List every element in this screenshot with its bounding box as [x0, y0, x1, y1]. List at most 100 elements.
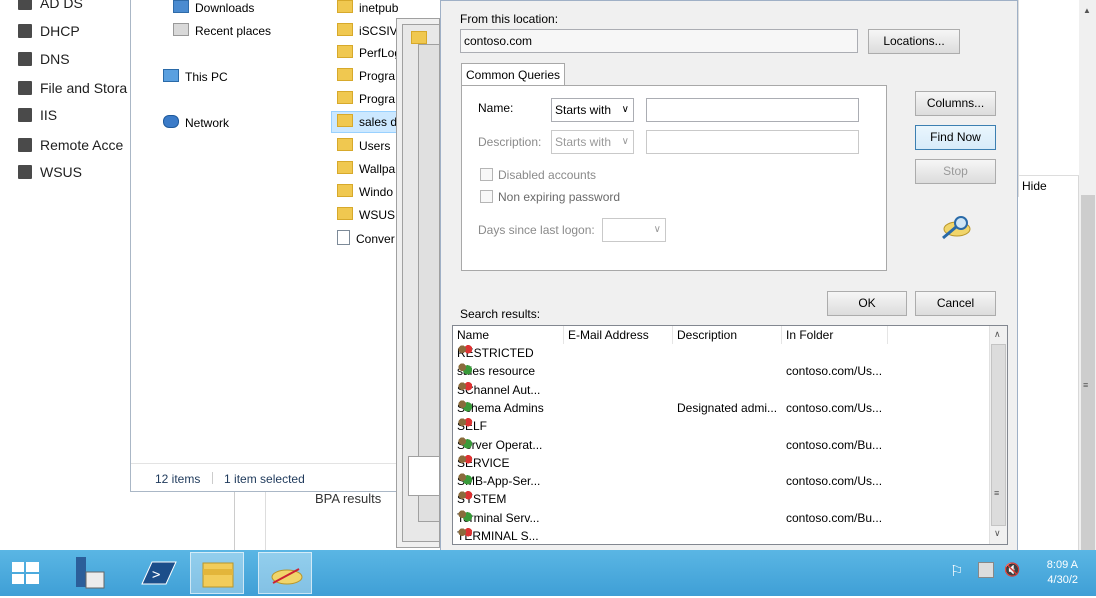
file-item[interactable]: WSUS: [337, 207, 395, 222]
cancel-button[interactable]: Cancel: [915, 291, 996, 316]
scroll-up-icon[interactable]: ▲: [1083, 6, 1091, 15]
bpa-results-label: BPA results: [315, 491, 382, 506]
cell-name: Schema Admins: [457, 398, 544, 415]
table-row[interactable]: TERMINAL S...: [453, 527, 993, 544]
clock[interactable]: 8:09 A 4/30/2: [1038, 558, 1078, 588]
file-item[interactable]: inetpub: [337, 0, 398, 15]
chevron-down-icon: ∨: [621, 136, 629, 147]
folder-icon: [337, 161, 353, 174]
nav-label: File and Stora: [40, 80, 128, 96]
nav-label: DNS: [40, 51, 70, 67]
cell-folder: contoso.com/Us...: [786, 400, 883, 415]
flag-icon[interactable]: ⚐: [950, 562, 963, 580]
description-mode-select[interactable]: Starts with ∨: [551, 130, 634, 154]
column-header-email[interactable]: E-Mail Address: [564, 326, 673, 344]
find-now-button[interactable]: Find Now: [915, 125, 996, 150]
search-results-list[interactable]: Name E-Mail Address Description In Folde…: [452, 325, 1008, 545]
nav-item-remote-access[interactable]: Remote Acce: [18, 134, 123, 156]
table-row[interactable]: Server Operat... contoso.com/Bu...: [453, 435, 993, 454]
table-row[interactable]: SMB-App-Ser... contoso.com/Us...: [453, 472, 993, 490]
columns-button[interactable]: Columns...: [915, 91, 996, 116]
find-dialog-taskbar-button[interactable]: [258, 552, 312, 594]
server-manager-taskbar-button[interactable]: [62, 552, 116, 594]
folder-icon: [337, 91, 353, 104]
gripper-icon: ≡: [1083, 380, 1089, 390]
file-list: inetpub iSCSIVi PerfLog Progra Progra sa…: [331, 0, 401, 460]
remote-access-icon: [18, 138, 32, 152]
file-item-selected[interactable]: sales d: [331, 111, 401, 133]
scroll-thumb[interactable]: [1081, 195, 1095, 550]
nav-network[interactable]: Network: [163, 115, 229, 130]
scroll-thumb[interactable]: [991, 344, 1006, 526]
table-row[interactable]: Schema Admins Designated admi... contoso.c…: [453, 398, 993, 417]
table-row[interactable]: Terminal Serv... contoso.com/Bu...: [453, 508, 993, 527]
volume-muted-icon[interactable]: 🔇: [1004, 562, 1020, 578]
file-item[interactable]: Progra: [337, 91, 395, 106]
powershell-taskbar-button[interactable]: >: [132, 552, 186, 594]
file-explorer-taskbar-button[interactable]: [190, 552, 244, 594]
file-storage-icon: [18, 81, 32, 95]
background-window-frame: [418, 44, 440, 522]
network-tray-icon[interactable]: [978, 562, 994, 578]
file-item[interactable]: PerfLog: [337, 45, 401, 60]
tab-common-queries[interactable]: Common Queries: [461, 63, 565, 86]
stop-button[interactable]: Stop: [915, 159, 996, 184]
file-item[interactable]: Wallpa: [337, 161, 395, 176]
nav-item-ad-ds[interactable]: AD DS: [18, 0, 83, 14]
start-button[interactable]: [0, 552, 54, 594]
results-scrollbar[interactable]: ∧ ≡ ∨: [989, 326, 1007, 544]
cell-name: TERMINAL S...: [457, 527, 539, 543]
nav-item-file-storage[interactable]: File and Stora: [18, 77, 127, 99]
cell-description: Designated admi...: [677, 400, 778, 415]
table-row[interactable]: SChannel Aut...: [453, 380, 993, 399]
location-field[interactable]: contoso.com: [460, 29, 858, 53]
cell-name: SERVICE: [457, 453, 510, 470]
column-header-description[interactable]: Description: [673, 326, 782, 344]
chevron-up-icon[interactable]: ∧: [994, 329, 1001, 340]
table-row[interactable]: SYSTEM: [453, 490, 993, 508]
locations-button[interactable]: Locations...: [868, 29, 960, 54]
table-row[interactable]: SELF: [453, 417, 993, 435]
nav-item-iis[interactable]: IIS: [18, 104, 57, 126]
dns-icon: [18, 52, 32, 66]
ok-button[interactable]: OK: [827, 291, 907, 316]
table-row[interactable]: RESTRICTED: [453, 344, 993, 362]
file-item[interactable]: iSCSIVi: [337, 23, 400, 38]
nav-item-dhcp[interactable]: DHCP: [18, 20, 80, 42]
background-scrollbar[interactable]: ▲ ≡: [1078, 0, 1096, 596]
nav-label: AD DS: [40, 0, 83, 11]
hide-button[interactable]: Hide: [1018, 175, 1080, 197]
item-count: 12 items: [155, 472, 201, 486]
nav-downloads[interactable]: Downloads: [173, 0, 254, 15]
folder-icon: [337, 138, 353, 151]
powershell-icon: >: [141, 561, 177, 585]
file-item[interactable]: Progra: [337, 68, 395, 83]
cell-folder: contoso.com/Bu...: [786, 510, 883, 525]
nav-item-dns[interactable]: DNS: [18, 48, 70, 70]
column-header-name[interactable]: Name: [453, 326, 564, 344]
security-principal-icon: [457, 453, 472, 467]
name-mode-select[interactable]: Starts with ∨: [551, 98, 634, 122]
nav-item-wsus[interactable]: WSUS: [18, 161, 82, 183]
nav-label: Remote Acce: [40, 137, 124, 153]
file-item[interactable]: Conver: [337, 230, 395, 246]
table-row[interactable]: sales resource contoso.com/Us...: [453, 362, 993, 380]
folder-icon: [337, 68, 353, 81]
disabled-accounts-checkbox[interactable]: Disabled accounts: [480, 168, 596, 182]
non-expiring-password-checkbox[interactable]: Non expiring password: [480, 190, 620, 204]
days-since-logon-select[interactable]: ∨: [602, 218, 666, 242]
file-item[interactable]: Users: [337, 138, 390, 153]
chevron-down-icon: ∨: [621, 104, 629, 115]
table-row[interactable]: SERVICE: [453, 453, 993, 472]
cell-name: Server Operat...: [457, 435, 543, 452]
server-manager-icon: [76, 557, 105, 589]
file-item[interactable]: Windo: [337, 184, 393, 199]
nav-label: This PC: [185, 70, 228, 84]
clock-date: 4/30/2: [1047, 574, 1078, 586]
nav-this-pc[interactable]: This PC: [163, 69, 228, 84]
chevron-down-icon[interactable]: ∨: [994, 528, 1001, 539]
name-input[interactable]: [646, 98, 859, 122]
description-input[interactable]: [646, 130, 859, 154]
column-header-folder[interactable]: In Folder: [782, 326, 888, 344]
nav-recent-places[interactable]: Recent places: [173, 23, 271, 38]
